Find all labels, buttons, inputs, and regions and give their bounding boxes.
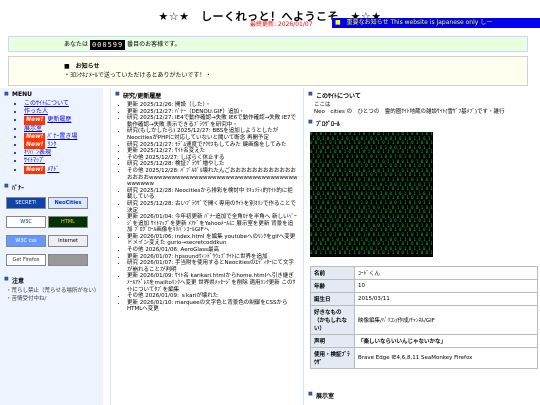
menu-link[interactable]: このｻｲﾄについて bbox=[24, 100, 69, 107]
banner-w3c-css[interactable]: W3C css bbox=[6, 234, 46, 247]
about-heading: このｻｲﾄについて bbox=[304, 88, 540, 102]
menu-item-mail[interactable]: New!ﾒｱﾄﾞ bbox=[24, 165, 103, 174]
menu-link[interactable]: ｻｲﾄﾏｯﾌﾟ bbox=[24, 157, 45, 164]
history-column: 研究/更新履歴 更新 2025/12/26: 開設（した）・ 更新 2025/1… bbox=[110, 88, 298, 405]
menu-item-history[interactable]: New!更新履歴 bbox=[24, 116, 103, 125]
new-badge: New! bbox=[24, 116, 46, 125]
banner-internet-archive[interactable]: Internet Archive bbox=[48, 234, 88, 247]
history-item: その他 2025/12/28: ﾊﾞﾌﾞﾙﾎﾞﾙ壊れたんごおおおおおおおおおおお… bbox=[127, 168, 298, 188]
visitor-counter-box: あなたは 000599 番目のお客様です。 bbox=[8, 36, 528, 52]
history-item: 更新 2026/01/10: marqueeの文字色と背景色の制御をCSSからH… bbox=[127, 300, 298, 313]
history-item: 研究(もしかしたら) 2025/12/27: BBSを追加しようとしたがNeoc… bbox=[127, 128, 298, 141]
profile-value: 映像編集/ﾊﾞﾘｺﾝ/作成/ﾁｬﾝﾈﾙ/GIF bbox=[354, 305, 538, 335]
history-item: 更新 2025/12/26: 開設（した）・ bbox=[127, 102, 298, 109]
profile-key: 誕生日 bbox=[310, 292, 355, 306]
banner-secret[interactable]: SECRET! bbox=[6, 196, 46, 209]
menu-link[interactable]: ｷﾘﾊﾞﾝ表現 bbox=[24, 149, 51, 156]
history-heading: 研究/更新履歴 bbox=[111, 88, 298, 102]
notice-body: ・ﾖﾛｼｸﾈ♪ﾒｰﾙで送っていただけるとありがたいです！・ bbox=[64, 72, 212, 79]
notice-box: ■ お知らせ ・ﾖﾛｼｸﾈ♪ﾒｰﾙで送っていただけるとありがたいです！・ bbox=[8, 56, 528, 86]
menu-list: このｻｲﾄについて 作った人 New!更新履歴 展示室 New!ﾊﾞﾅｰ置き場 … bbox=[0, 100, 103, 174]
menu-link[interactable]: ﾒｱﾄﾞ bbox=[47, 166, 59, 173]
menu-item-banners[interactable]: New!ﾊﾞﾅｰ置き場 bbox=[24, 132, 103, 142]
profile-value: ｺｰﾄﾞくん bbox=[354, 266, 538, 280]
marquee-banner: 最終更新: 2026/01/07 ■ 重要なお知らせ This website … bbox=[0, 18, 540, 28]
new-badge: New! bbox=[24, 132, 46, 142]
profile-value: 「楽しいならいいんじゃないかな」 bbox=[354, 334, 538, 348]
menu-item-sitemap[interactable]: ｻｲﾄﾏｯﾌﾟ bbox=[24, 157, 103, 165]
visitor-prefix: あなたは bbox=[64, 41, 89, 48]
profile-row-likes: 好きなもの（かもしれない） 映像編集/ﾊﾞﾘｺﾝ/作成/ﾁｬﾝﾈﾙ/GIF bbox=[310, 305, 538, 335]
visitor-count: 000599 bbox=[89, 39, 126, 50]
banner-html[interactable]: HTML bbox=[48, 215, 88, 228]
menu-item-links[interactable]: New!ﾘﾝｸ bbox=[24, 141, 103, 150]
menu-link[interactable]: 展示室 bbox=[24, 125, 42, 132]
history-item: 研究 2025/12/27: IE4で動作確認→失敗 IE6で動作確認→失敗 I… bbox=[127, 115, 298, 128]
banner-neocities[interactable]: NeoCities bbox=[48, 196, 88, 209]
history-item: 研究 2025/12/28: 古いﾌﾞﾗｳｻﾞで開く専用のｻｲﾄを別ｵﾘﾝで作る… bbox=[127, 201, 298, 214]
last-updated: 最終更新: 2026/01/07 bbox=[250, 21, 313, 28]
profile-value: Brave Edge IE4,6,8,11 SeaMonkey Firefox bbox=[354, 347, 538, 369]
banner-firefox[interactable]: Get Firefox bbox=[6, 253, 46, 266]
profile-row-age: 年齢 10 bbox=[310, 279, 538, 293]
blogroll-heading: ﾌﾞﾛｸﾞﾛｰﾙ bbox=[304, 116, 540, 130]
history-item: その他 2026/01/06: AeroGlass最高 bbox=[127, 247, 298, 254]
profile-key: 使用・検証ﾌﾞﾗｳｻﾞ bbox=[310, 347, 355, 369]
profile-key: 名前 bbox=[310, 266, 355, 280]
menu-link[interactable]: 更新履歴 bbox=[47, 116, 71, 123]
notice-heading: ■ お知らせ bbox=[64, 63, 100, 70]
caution-line: ・荒らし禁止（荒らせる場所がない） bbox=[6, 287, 100, 294]
history-item: 研究 2026/01/07: 手当財を使用するとNeocitiesのｴﾃﾞｨﾀｰ… bbox=[127, 260, 298, 273]
gallery-heading: 展示室 bbox=[304, 388, 334, 402]
menu-link[interactable]: ﾘﾝｸ bbox=[47, 141, 56, 148]
banner-blank[interactable] bbox=[48, 253, 88, 266]
history-list: 更新 2025/12/26: 開設（した）・ 更新 2025/12/27: ﾊﾞ… bbox=[111, 102, 298, 313]
left-sidebar: MENU このｻｲﾄについて 作った人 New!更新履歴 展示室 New!ﾊﾞﾅ… bbox=[0, 88, 103, 405]
caution-line: ・苦情受付中ね/ bbox=[6, 295, 47, 302]
profile-row-browsers: 使用・検証ﾌﾞﾗｳｻﾞ Brave Edge IE4,6,8,11 SeaMonk… bbox=[310, 347, 538, 369]
about-text-2: Neo cities の ひとつの 霊的圏ｻｲﾄ地蔵の雑談ｻｲﾄ(雪ｻﾞﾌ基ﾒﾌ… bbox=[314, 109, 505, 115]
about-text-1: ここは bbox=[314, 102, 331, 108]
visitor-suffix: 番目のお客様です。 bbox=[127, 41, 181, 48]
menu-item-about[interactable]: このｻｲﾄについて bbox=[24, 100, 103, 108]
new-badge: New! bbox=[24, 165, 46, 174]
menu-item-gallery[interactable]: 展示室 bbox=[24, 125, 103, 133]
history-item: 更新 2025/12/27: ｻｲﾄ名変えた bbox=[127, 148, 298, 155]
new-badge: New! bbox=[24, 141, 46, 150]
profile-table: 名前 ｺｰﾄﾞくん 年齢 10 誕生日 2015/03/11 好きなもの（かもしれない… bbox=[310, 266, 538, 369]
profile-value: 10 bbox=[354, 279, 538, 293]
menu-link[interactable]: ﾊﾞﾅｰ置き場 bbox=[47, 133, 77, 140]
profile-row-name: 名前 ｺｰﾄﾞくん bbox=[310, 266, 538, 280]
history-item: 研究 2025/12/28: 検証ﾌﾞﾗｳｻﾞ増やした bbox=[127, 161, 298, 168]
menu-heading: MENU bbox=[0, 88, 103, 100]
profile-key: 年齢 bbox=[310, 279, 355, 293]
menu-link[interactable]: 作った人 bbox=[24, 108, 48, 115]
banner-grid: SECRET! NeoCities W3C HTML W3C css Internet… bbox=[0, 194, 103, 273]
history-item: 更新 2026/01/09: ｻｲﾄ名 karikari.htmlからhome.… bbox=[127, 273, 298, 293]
history-item: 研究 2025/12/28: Neocitiesから排彩を検討中 ｾｷｭﾘﾃｨ的… bbox=[127, 188, 298, 201]
profile-key: 好きなもの（かもしれない） bbox=[310, 305, 355, 335]
history-item: 更新 2026/01/04: 今年初更新 ﾊﾞﾅｰ追加で全角ｶﾅを半角へ 新しい… bbox=[127, 214, 298, 234]
caution-heading: 注意 bbox=[0, 273, 103, 287]
menu-item-kiriban[interactable]: ｷﾘﾊﾞﾝ表現 bbox=[24, 149, 103, 157]
profile-row-birthday: 誕生日 2015/03/11 bbox=[310, 292, 538, 306]
page-header: ★☆★ しーくれっと！へようこそ ★☆★ 最終更新: 2026/01/07 ■ … bbox=[0, 0, 540, 33]
banners-heading: ﾊﾞﾅｰ bbox=[0, 180, 103, 194]
history-item: 更新 2026/01/06: index.html を編集 youtubeへのﾘ… bbox=[127, 234, 298, 247]
right-column: このｻｲﾄについて ここは Neo cities の ひとつの 霊的圏ｻｲﾄ地蔵… bbox=[303, 88, 540, 405]
banner-w3c[interactable]: W3C bbox=[6, 215, 46, 228]
important-notice-marquee: ■ 重要なお知らせ This website is Japanese only … bbox=[332, 18, 540, 28]
history-item: その他 2026/01/09: ｓkariが壊れた bbox=[127, 293, 298, 300]
profile-key: 声明 bbox=[310, 334, 355, 348]
profile-row-statement: 声明 「楽しいならいいんじゃないかな」 bbox=[310, 334, 538, 348]
profile-value: 2015/03/11 bbox=[354, 292, 538, 306]
matrix-animation-image: 0 1 0 1 1 0 0 1 0 1 1 0 1 0 0 1 1 0 1 0 … bbox=[310, 132, 433, 257]
